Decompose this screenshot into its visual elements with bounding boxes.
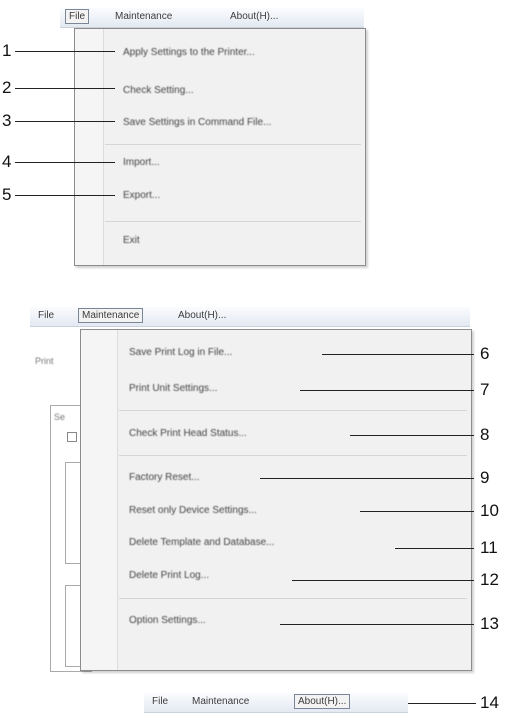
menu-maintenance[interactable]: Maintenance bbox=[115, 11, 172, 22]
menu-file[interactable]: File bbox=[65, 9, 90, 24]
callout-line bbox=[360, 511, 474, 512]
menu-file[interactable]: File bbox=[38, 310, 54, 321]
callout-number: 9 bbox=[480, 468, 490, 487]
menu-item-delete-print-log[interactable]: Delete Print Log... bbox=[129, 570, 209, 581]
callout-number: 5 bbox=[2, 185, 12, 204]
background-tab-label: Se bbox=[54, 412, 66, 422]
menu-maintenance[interactable]: Maintenance bbox=[78, 308, 144, 323]
menu-item-import[interactable]: Import... bbox=[123, 157, 160, 168]
background-checkbox bbox=[67, 432, 77, 442]
callout-number: 1 bbox=[2, 41, 12, 60]
callout-line bbox=[300, 390, 474, 391]
callout-line bbox=[15, 121, 115, 122]
menubar-panel2: File Maintenance About(H)... bbox=[30, 307, 470, 327]
callout-line bbox=[15, 51, 115, 52]
menu-separator bbox=[119, 410, 467, 411]
menu-separator bbox=[119, 598, 467, 599]
background-label: Print bbox=[35, 356, 54, 366]
callout-line bbox=[15, 88, 115, 89]
callout-line bbox=[322, 354, 474, 355]
callout-line bbox=[350, 435, 474, 436]
callout-line bbox=[15, 162, 115, 163]
callout-line bbox=[408, 703, 476, 704]
menu-maintenance[interactable]: Maintenance bbox=[192, 696, 249, 707]
menu-about[interactable]: About(H)... bbox=[178, 310, 226, 321]
menu-item-delete-template[interactable]: Delete Template and Database... bbox=[129, 537, 274, 548]
menu-item-apply-settings[interactable]: Apply Settings to the Printer... bbox=[123, 47, 255, 58]
callout-line bbox=[395, 548, 474, 549]
menubar-panel3: File Maintenance About(H)... bbox=[144, 693, 408, 713]
menu-item-save-command-file[interactable]: Save Settings in Command File... bbox=[123, 117, 271, 128]
callout-line bbox=[292, 580, 474, 581]
menu-item-option-settings[interactable]: Option Settings... bbox=[129, 615, 206, 626]
menu-item-exit[interactable]: Exit bbox=[123, 235, 140, 246]
callout-number: 2 bbox=[2, 78, 12, 97]
menubar-panel1: File Maintenance About(H)... bbox=[60, 8, 364, 28]
menu-separator bbox=[105, 221, 361, 222]
maintenance-dropdown-menu: Save Print Log in File... Print Unit Set… bbox=[80, 329, 472, 671]
menu-item-reset-device-settings[interactable]: Reset only Device Settings... bbox=[129, 505, 257, 516]
callout-number: 10 bbox=[480, 501, 499, 520]
callout-number: 11 bbox=[480, 538, 498, 557]
menu-about[interactable]: About(H)... bbox=[230, 11, 278, 22]
menu-item-save-print-log[interactable]: Save Print Log in File... bbox=[129, 347, 232, 358]
file-dropdown-menu: Apply Settings to the Printer... Check S… bbox=[74, 28, 366, 266]
menu-item-export[interactable]: Export... bbox=[123, 190, 160, 201]
callout-line bbox=[15, 195, 115, 196]
callout-line bbox=[260, 478, 474, 479]
callout-line bbox=[280, 624, 474, 625]
callout-number: 3 bbox=[2, 111, 12, 130]
menu-icon-gutter bbox=[75, 29, 104, 265]
callout-number: 6 bbox=[480, 344, 490, 363]
menu-icon-gutter bbox=[81, 330, 118, 670]
callout-number: 14 bbox=[480, 693, 499, 712]
callout-number: 7 bbox=[480, 380, 490, 399]
callout-number: 4 bbox=[2, 152, 12, 171]
menu-item-check-setting[interactable]: Check Setting... bbox=[123, 85, 194, 96]
menu-item-print-unit-settings[interactable]: Print Unit Settings... bbox=[129, 383, 217, 394]
callout-number: 8 bbox=[480, 425, 490, 444]
menu-item-factory-reset[interactable]: Factory Reset... bbox=[129, 472, 200, 483]
menu-item-check-print-head[interactable]: Check Print Head Status... bbox=[129, 428, 247, 439]
menu-separator bbox=[105, 144, 361, 145]
menu-separator bbox=[119, 455, 467, 456]
callout-number: 13 bbox=[480, 614, 499, 633]
menu-file[interactable]: File bbox=[152, 696, 168, 707]
menu-about[interactable]: About(H)... bbox=[294, 694, 351, 709]
callout-number: 12 bbox=[480, 570, 499, 589]
